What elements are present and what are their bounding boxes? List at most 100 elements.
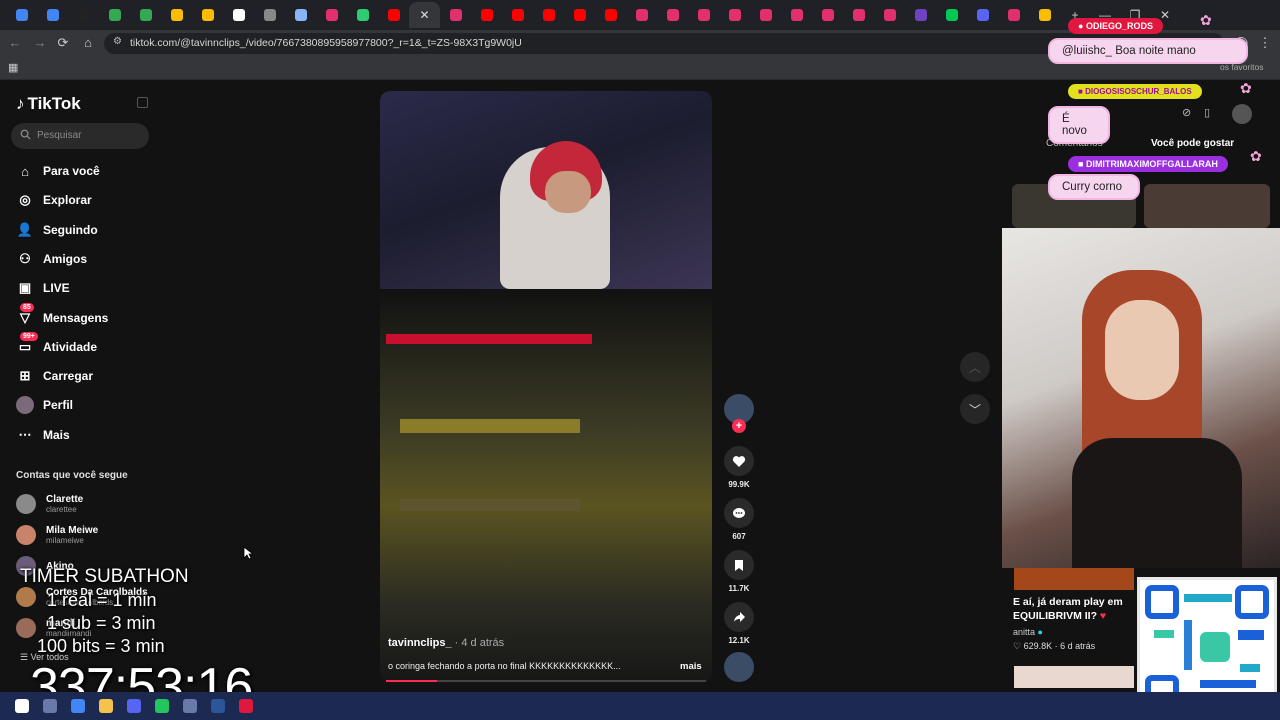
sidebar-item-para-voc-[interactable]: ⌂ Para você [16, 160, 100, 182]
browser-tab[interactable] [471, 2, 502, 28]
video-username[interactable]: tavinnclips_ · 4 d atrás [388, 637, 504, 649]
recommended-author[interactable]: anitta ● [1013, 627, 1043, 637]
browser-tab[interactable] [99, 2, 130, 28]
like-button[interactable]: 99.9K [723, 446, 755, 489]
browser-tab[interactable] [967, 2, 998, 28]
browser-tab[interactable] [812, 2, 843, 28]
save-button[interactable]: 11.7K [723, 550, 755, 593]
taskbar-app[interactable] [120, 692, 148, 720]
taskbar-app[interactable] [64, 692, 92, 720]
browser-tab[interactable] [874, 2, 905, 28]
music-disc[interactable] [723, 652, 755, 682]
tab-favicon-icon [263, 9, 276, 21]
browser-tab[interactable] [6, 2, 37, 28]
sidebar-item-live[interactable]: ▣ LIVE [16, 277, 70, 299]
back-icon[interactable]: ← [6, 34, 24, 52]
share-button[interactable]: 12.1K [723, 602, 755, 645]
browser-tab[interactable] [254, 2, 285, 28]
taskbar-app[interactable] [92, 692, 120, 720]
reload-icon[interactable]: ⟳ [54, 34, 72, 52]
browser-tab[interactable] [595, 2, 626, 28]
username-text[interactable]: tavinnclips_ [388, 637, 452, 649]
comment-button[interactable]: 607 [723, 498, 755, 541]
browser-tab[interactable] [843, 2, 874, 28]
browser-tab[interactable] [285, 2, 316, 28]
video-player[interactable]: tavinnclips_ · 4 d atrás o coringa fecha… [380, 91, 712, 683]
recommended-title[interactable]: E aí, já deram play em EQUILIBRIVM II? ♥ [1013, 595, 1133, 623]
browser-tab[interactable] [223, 2, 254, 28]
browser-tab[interactable] [564, 2, 595, 28]
tab-favicon-icon [542, 9, 555, 21]
device-icon[interactable]: ▯ [1204, 106, 1210, 119]
close-tab-icon[interactable]: ✕ [419, 8, 429, 22]
avatar[interactable] [1232, 104, 1252, 124]
browser-tab[interactable] [440, 2, 471, 28]
browser-tab[interactable] [626, 2, 657, 28]
friends-icon: ⚇ [19, 250, 31, 266]
browser-tab[interactable] [130, 2, 161, 28]
browser-tab[interactable] [998, 2, 1029, 28]
sidebar-item-seguindo[interactable]: 👤 Seguindo [16, 219, 98, 241]
browser-tab[interactable] [37, 2, 68, 28]
home-icon[interactable]: ⌂ [79, 34, 97, 52]
tab-you-may-like[interactable]: Você pode gostar [1151, 138, 1234, 149]
site-info-icon[interactable]: ⚙ [113, 36, 122, 47]
tab-favicon-icon [1007, 9, 1020, 21]
more-button[interactable]: mais [680, 661, 702, 672]
browser-tab[interactable] [657, 2, 688, 28]
taskbar-app[interactable] [8, 692, 36, 720]
browser-tab[interactable] [347, 2, 378, 28]
browser-tab[interactable] [719, 2, 750, 28]
sidebar-item-amigos[interactable]: ⚇ Amigos [16, 248, 87, 270]
collapse-sidebar-icon[interactable] [137, 97, 148, 108]
next-video-button[interactable]: ﹀ [960, 394, 990, 424]
browser-tab[interactable] [378, 2, 409, 28]
taskbar-app[interactable] [232, 692, 260, 720]
recommended-thumbnail[interactable] [1144, 184, 1270, 228]
followed-account[interactable]: Mila Meiwe milameiwe [16, 522, 98, 548]
browser-tab[interactable] [192, 2, 223, 28]
browser-tab[interactable] [936, 2, 967, 28]
url-text[interactable]: tiktok.com/@tavinnclips_/video/766738089… [130, 37, 522, 49]
sidebar-item-explorar[interactable]: ◎ Explorar [16, 189, 91, 211]
tiktok-logo[interactable]: ♪ TikTok [16, 94, 81, 114]
search-placeholder: Pesquisar [37, 130, 82, 141]
browser-tab[interactable] [688, 2, 719, 28]
browser-tab[interactable]: ✕ [409, 2, 440, 28]
recommended-likes: 629.8K [1023, 641, 1053, 651]
menu-icon[interactable]: ⋮ [1256, 34, 1274, 52]
link-icon[interactable]: ⊘ [1182, 106, 1191, 119]
follow-plus-icon[interactable]: + [732, 419, 746, 433]
apps-icon[interactable]: ▦ [8, 61, 18, 74]
browser-tab[interactable] [781, 2, 812, 28]
search-input[interactable]: Pesquisar [11, 123, 149, 149]
browser-tab[interactable] [161, 2, 192, 28]
taskbar-app[interactable] [148, 692, 176, 720]
sidebar-item-carregar[interactable]: ⊞ Carregar [16, 365, 93, 387]
browser-tab[interactable] [502, 2, 533, 28]
browser-tab[interactable] [750, 2, 781, 28]
sidebar-item-perfil[interactable]: Perfil [16, 394, 73, 416]
user-icon: ■ [1078, 87, 1086, 96]
streamer-webcam-overlay [1002, 228, 1280, 568]
sidebar-item-atividade[interactable]: ▭ 99+ Atividade [16, 331, 97, 358]
browser-tab[interactable] [1029, 2, 1060, 28]
recommended-thumbnail[interactable] [1014, 666, 1134, 688]
forward-icon[interactable]: → [31, 34, 49, 52]
taskbar-app[interactable] [204, 692, 232, 720]
list-icon: ☰ [20, 652, 31, 662]
account-name: Mila Meiwe [46, 525, 99, 536]
browser-tab[interactable] [68, 2, 99, 28]
browser-tab[interactable] [316, 2, 347, 28]
sidebar-item-mais[interactable]: ⋯ Mais [16, 424, 70, 446]
recommended-thumbnail[interactable] [1014, 568, 1134, 590]
video-progress-bar[interactable] [386, 680, 706, 682]
game-shelf [400, 419, 580, 433]
browser-tab[interactable] [533, 2, 564, 28]
browser-tab[interactable] [905, 2, 936, 28]
sidebar-item-mensagens[interactable]: ▽ 85 Mensagens [16, 302, 108, 329]
previous-video-button[interactable]: ︿ [960, 352, 990, 382]
followed-account[interactable]: Clarette clarettee [16, 491, 83, 517]
taskbar-app[interactable] [176, 692, 204, 720]
taskbar-app[interactable] [36, 692, 64, 720]
